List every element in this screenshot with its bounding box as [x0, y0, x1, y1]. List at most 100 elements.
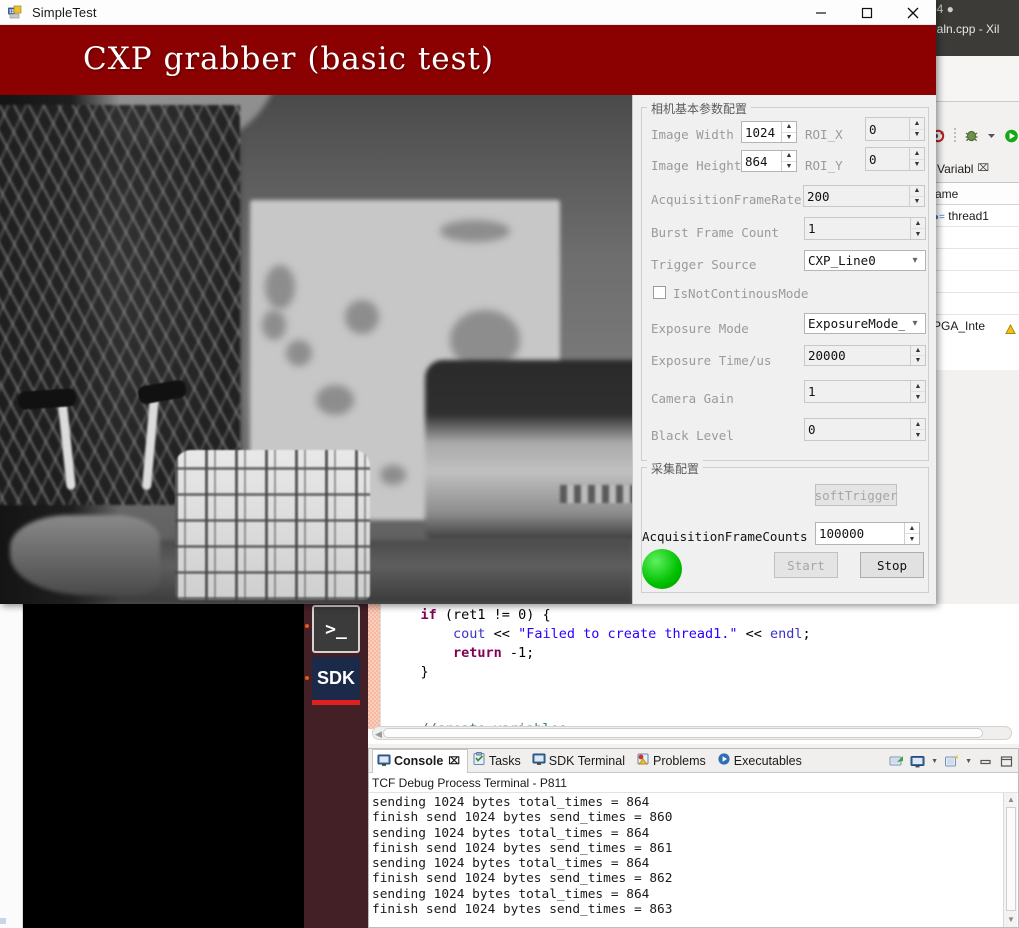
image-height-input[interactable] [742, 151, 781, 171]
acquisition-frame-rate-input[interactable] [804, 186, 909, 206]
spinner-up-icon[interactable]: ▲ [782, 151, 796, 162]
spinner-down-icon[interactable]: ▼ [911, 392, 925, 402]
eclipse-tab-label-partial: 04 ● [930, 2, 954, 16]
spinner-buttons[interactable]: ▲ ▼ [910, 381, 925, 402]
spinner-buttons[interactable]: ▲ ▼ [909, 118, 924, 140]
spinner-buttons[interactable]: ▲ ▼ [781, 122, 796, 142]
open-console-icon[interactable] [944, 754, 959, 769]
tab-executables[interactable]: Executables [713, 749, 809, 773]
spinner-buttons[interactable]: ▲ ▼ [909, 148, 924, 170]
spinner-buttons[interactable]: ▲ ▼ [910, 218, 925, 239]
scrollbar-thumb[interactable] [383, 728, 983, 738]
simpletest-titlebar[interactable]: SimpleTest [0, 0, 936, 25]
close-button[interactable] [890, 0, 936, 25]
spinner-up-icon[interactable]: ▲ [905, 523, 919, 534]
exposure-time-input[interactable] [805, 346, 910, 365]
variables-row[interactable]: PGA_Inte [931, 315, 1019, 337]
display-selected-console-icon[interactable] [910, 754, 925, 769]
spinner-up-icon[interactable]: ▲ [911, 381, 925, 392]
black-level-input[interactable] [805, 419, 910, 440]
spinner-up-icon[interactable]: ▲ [910, 148, 924, 160]
spinner-down-icon[interactable]: ▼ [782, 162, 796, 172]
spinner-down-icon[interactable]: ▼ [911, 430, 925, 440]
minimize-icon[interactable] [978, 754, 993, 769]
spinner-down-icon[interactable]: ▼ [910, 197, 924, 207]
scroll-down-icon[interactable]: ▼ [1006, 915, 1016, 925]
trigger-source-combobox[interactable]: CXP_Line0 ▾ [804, 250, 926, 271]
variables-view: Variabl ⌧ ame ●= thread1 PGA_Inte [930, 155, 1019, 370]
code-editor[interactable]: if (ret1 != 0) { cout << "Failed to crea… [368, 604, 1019, 744]
close-icon[interactable]: ⌧ [448, 756, 460, 767]
minimize-button[interactable] [798, 0, 844, 25]
maximize-button[interactable] [844, 0, 890, 25]
maximize-icon[interactable] [999, 754, 1014, 769]
spinner-buttons[interactable]: ▲ ▼ [910, 346, 925, 365]
chevron-down-icon[interactable] [987, 127, 996, 144]
camera-gain-input[interactable] [805, 381, 910, 402]
spinner-down-icon[interactable]: ▼ [905, 534, 919, 544]
burst-frame-count-input[interactable] [805, 218, 910, 239]
spinner-buttons[interactable]: ▲ ▼ [910, 419, 925, 440]
acquisition-frame-rate-spinner[interactable]: ▲ ▼ [803, 185, 925, 207]
exposure-time-spinner[interactable]: ▲ ▼ [804, 345, 926, 366]
spinner-up-icon[interactable]: ▲ [910, 118, 924, 130]
run-icon[interactable] [1003, 127, 1019, 144]
burst-frame-count-spinner[interactable]: ▲ ▼ [804, 217, 926, 240]
chevron-down-icon[interactable]: ▾ [905, 318, 925, 329]
spinner-down-icon[interactable]: ▼ [782, 133, 796, 143]
terminal-window[interactable] [23, 604, 304, 928]
variables-tab[interactable]: Variabl ⌧ [937, 162, 989, 176]
chevron-down-icon[interactable]: ▼ [965, 758, 972, 765]
black-level-spinner[interactable]: ▲ ▼ [804, 418, 926, 441]
spinner-buttons[interactable]: ▲ ▼ [781, 151, 796, 171]
spinner-down-icon[interactable]: ▼ [911, 229, 925, 239]
roi-x-input[interactable] [866, 118, 909, 140]
debug-bug-icon[interactable] [963, 127, 980, 144]
acquisition-frame-counts-spinner[interactable]: ▲ ▼ [815, 522, 920, 545]
scrollbar-thumb[interactable] [1006, 807, 1016, 911]
spinner-buttons[interactable]: ▲ ▼ [904, 523, 919, 544]
dock-item-terminal[interactable]: >_ [312, 605, 360, 653]
camera-parameters-group-title: 相机基本参数配置 [647, 100, 752, 117]
spinner-down-icon[interactable]: ▼ [911, 356, 925, 365]
spinner-up-icon[interactable]: ▲ [911, 419, 925, 430]
roi-x-spinner[interactable]: ▲ ▼ [865, 117, 925, 141]
tab-problems[interactable]: Problems [632, 749, 713, 773]
start-button[interactable]: Start [774, 552, 838, 578]
spinner-buttons[interactable]: ▲ ▼ [909, 186, 924, 206]
console-output[interactable]: sending 1024 bytes total_times = 864 fin… [369, 793, 1018, 927]
tab-sdk-terminal[interactable]: SDK Terminal [528, 749, 632, 773]
scroll-left-icon[interactable]: ◀ [375, 729, 382, 740]
stop-button[interactable]: Stop [860, 552, 924, 578]
acquisition-frame-counts-input[interactable] [816, 523, 904, 544]
spinner-up-icon[interactable]: ▲ [911, 346, 925, 356]
editor-horizontal-scrollbar[interactable]: ◀ [372, 726, 1012, 740]
editor-annotation-ruler[interactable] [368, 604, 381, 729]
dock-item-sdk[interactable]: SDK [312, 657, 360, 705]
spinner-up-icon[interactable]: ▲ [782, 122, 796, 133]
soft-trigger-button[interactable]: softTrigger [815, 484, 897, 506]
spinner-up-icon[interactable]: ▲ [910, 186, 924, 197]
console-vertical-scrollbar[interactable]: ▲ ▼ [1003, 793, 1017, 927]
close-icon[interactable]: ⌧ [977, 163, 989, 174]
tab-problems-label: Problems [652, 753, 706, 768]
chevron-down-icon[interactable]: ▼ [931, 758, 938, 765]
camera-gain-spinner[interactable]: ▲ ▼ [804, 380, 926, 403]
new-console-view-icon[interactable] [889, 754, 904, 769]
spinner-down-icon[interactable]: ▼ [910, 130, 924, 141]
roi-y-spinner[interactable]: ▲ ▼ [865, 147, 925, 171]
tab-tasks[interactable]: Tasks [468, 749, 528, 773]
roi-y-input[interactable] [866, 148, 909, 170]
scroll-up-icon[interactable]: ▲ [1006, 795, 1016, 805]
spinner-down-icon[interactable]: ▼ [910, 160, 924, 171]
tab-console[interactable]: Console ⌧ [372, 748, 468, 773]
image-width-spinner[interactable]: ▲ ▼ [741, 121, 797, 143]
is-not-continous-mode-checkbox[interactable] [653, 286, 666, 299]
image-height-spinner[interactable]: ▲ ▼ [741, 150, 797, 172]
chevron-down-icon[interactable]: ▾ [905, 255, 925, 266]
camera-preview-image[interactable] [0, 95, 632, 604]
exposure-mode-combobox[interactable]: ExposureMode_Tim ▾ [804, 313, 926, 334]
image-width-input[interactable] [742, 122, 781, 142]
variables-row[interactable]: ●= thread1 [931, 205, 1019, 227]
spinner-up-icon[interactable]: ▲ [911, 218, 925, 229]
